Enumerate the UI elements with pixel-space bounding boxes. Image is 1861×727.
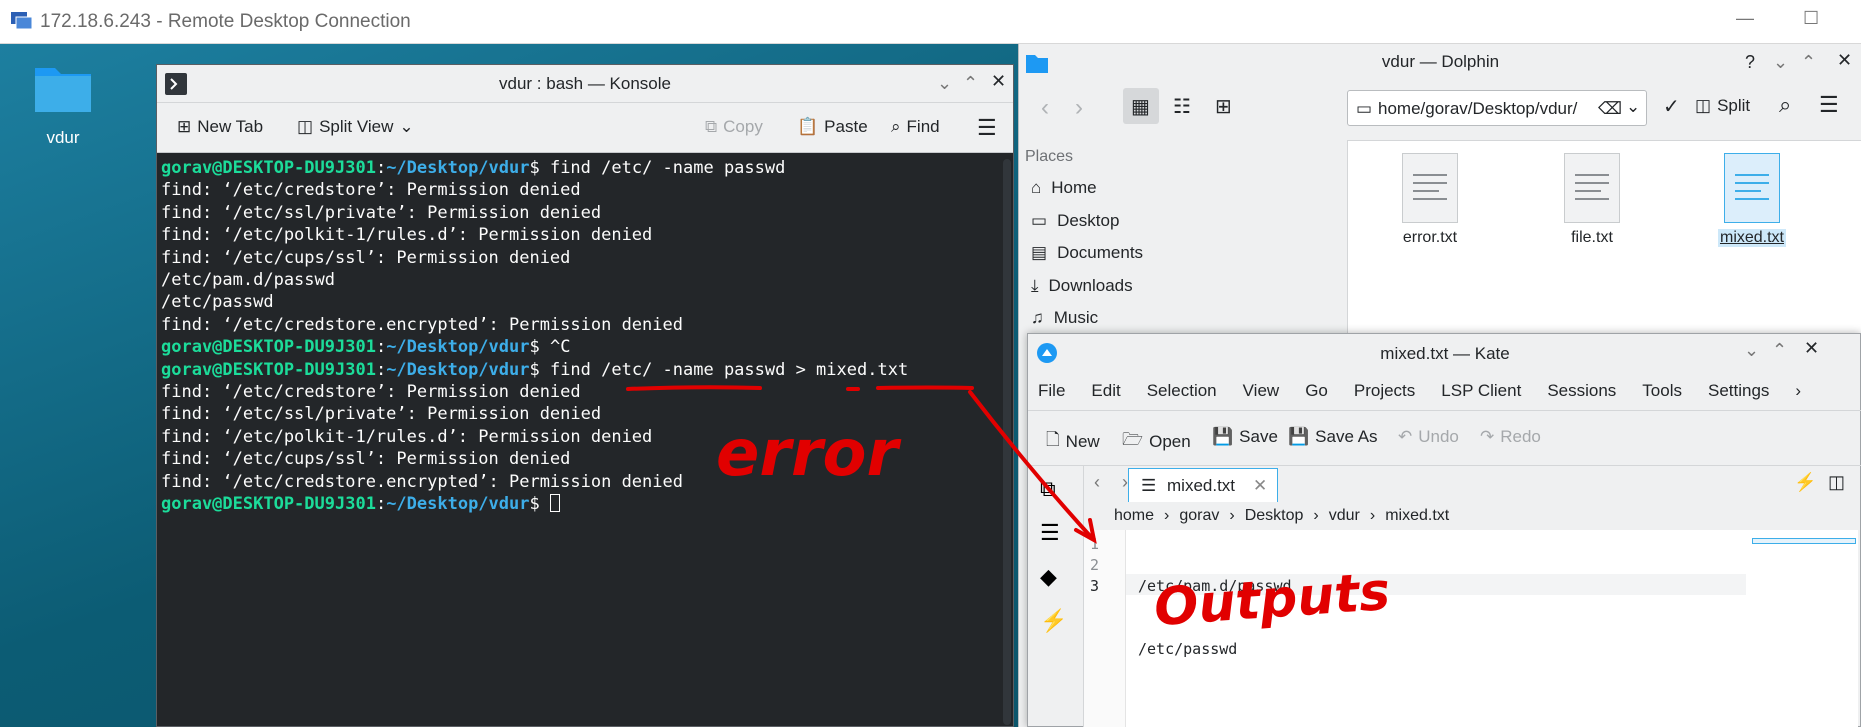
- error-annotation: error: [716, 417, 899, 491]
- annotation-layer: [626, 385, 1097, 544]
- underline-stroke: [876, 385, 974, 390]
- arrow-line: [968, 390, 1094, 540]
- underline-stroke: [626, 385, 762, 391]
